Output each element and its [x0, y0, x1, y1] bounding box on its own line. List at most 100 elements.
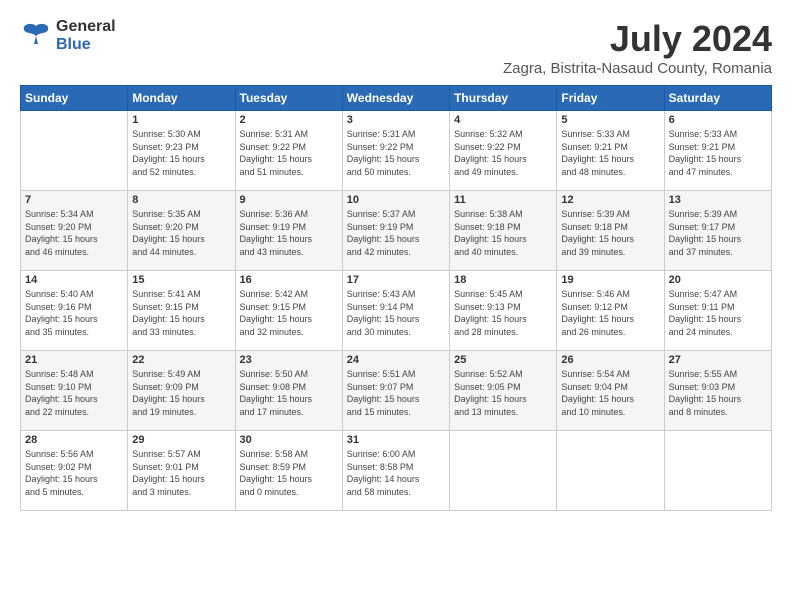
- weekday-header: Wednesday: [342, 86, 449, 111]
- calendar-week-row: 21Sunrise: 5:48 AM Sunset: 9:10 PM Dayli…: [21, 351, 772, 431]
- calendar-cell: 11 Sunrise: 5:38 AM Sunset: 9:18 PM Dayli…: [450, 191, 557, 271]
- day-info: Sunrise: 5:39 AM Sunset: 9:17 PM Dayligh…: [669, 208, 767, 258]
- day-number: 24: [347, 354, 445, 366]
- day-number: 7: [25, 194, 123, 206]
- day-info: Sunrise: 5:46 AM Sunset: 9:12 PM Dayligh…: [561, 288, 659, 338]
- day-info: Sunrise: 5:37 AM Sunset: 9:19 PM Dayligh…: [347, 208, 445, 258]
- day-number: 21: [25, 354, 123, 366]
- day-info: Sunrise: 5:51 AM Sunset: 9:07 PM Dayligh…: [347, 368, 445, 418]
- calendar-week-row: 14Sunrise: 5:40 AM Sunset: 9:16 PM Dayli…: [21, 271, 772, 351]
- day-info: Sunrise: 5:31 AM Sunset: 9:22 PM Dayligh…: [347, 128, 445, 178]
- day-info: Sunrise: 5:42 AM Sunset: 9:15 PM Dayligh…: [240, 288, 338, 338]
- day-number: 29: [132, 434, 230, 446]
- calendar-cell: 29 Sunrise: 5:57 AM Sunset: 9:01 PM Dayli…: [128, 431, 235, 511]
- calendar-table: SundayMondayTuesdayWednesdayThursdayFrid…: [20, 85, 772, 511]
- page: General Blue July 2024 Zagra, Bistrita-N…: [0, 0, 792, 521]
- calendar-cell: 18 Sunrise: 5:45 AM Sunset: 9:13 PM Dayli…: [450, 271, 557, 351]
- calendar-cell: 7 Sunrise: 5:34 AM Sunset: 9:20 PM Daylig…: [21, 191, 128, 271]
- calendar-cell: 1 Sunrise: 5:30 AM Sunset: 9:23 PM Daylig…: [128, 111, 235, 191]
- day-info: Sunrise: 5:52 AM Sunset: 9:05 PM Dayligh…: [454, 368, 552, 418]
- day-info: Sunrise: 5:54 AM Sunset: 9:04 PM Dayligh…: [561, 368, 659, 418]
- calendar-cell: 4Sunrise: 5:32 AM Sunset: 9:22 PM Daylig…: [450, 111, 557, 191]
- day-number: 4: [454, 114, 552, 126]
- calendar-week-row: 28Sunrise: 5:56 AM Sunset: 9:02 PM Dayli…: [21, 431, 772, 511]
- day-info: Sunrise: 5:41 AM Sunset: 9:15 PM Dayligh…: [132, 288, 230, 338]
- day-info: Sunrise: 5:33 AM Sunset: 9:21 PM Dayligh…: [561, 128, 659, 178]
- calendar-cell: 21Sunrise: 5:48 AM Sunset: 9:10 PM Dayli…: [21, 351, 128, 431]
- calendar-cell: 3Sunrise: 5:31 AM Sunset: 9:22 PM Daylig…: [342, 111, 449, 191]
- calendar-cell: [450, 431, 557, 511]
- day-number: 11: [454, 194, 552, 206]
- calendar-cell: 15Sunrise: 5:41 AM Sunset: 9:15 PM Dayli…: [128, 271, 235, 351]
- day-info: Sunrise: 5:33 AM Sunset: 9:21 PM Dayligh…: [669, 128, 767, 178]
- day-info: Sunrise: 6:00 AM Sunset: 8:58 PM Dayligh…: [347, 448, 445, 498]
- day-info: Sunrise: 5:31 AM Sunset: 9:22 PM Dayligh…: [240, 128, 338, 178]
- calendar-cell: 22 Sunrise: 5:49 AM Sunset: 9:09 PM Dayli…: [128, 351, 235, 431]
- day-number: 27: [669, 354, 767, 366]
- calendar-cell: [21, 111, 128, 191]
- calendar-week-row: 1 Sunrise: 5:30 AM Sunset: 9:23 PM Daylig…: [21, 111, 772, 191]
- calendar-cell: 9 Sunrise: 5:36 AM Sunset: 9:19 PM Daylig…: [235, 191, 342, 271]
- day-info: Sunrise: 5:58 AM Sunset: 8:59 PM Dayligh…: [240, 448, 338, 498]
- day-number: 13: [669, 194, 767, 206]
- calendar-cell: 5Sunrise: 5:33 AM Sunset: 9:21 PM Daylig…: [557, 111, 664, 191]
- day-number: 16: [240, 274, 338, 286]
- day-info: Sunrise: 5:56 AM Sunset: 9:02 PM Dayligh…: [25, 448, 123, 498]
- day-info: Sunrise: 5:30 AM Sunset: 9:23 PM Dayligh…: [132, 128, 230, 178]
- calendar-title: July 2024: [503, 18, 772, 60]
- logo-blue: Blue: [56, 36, 91, 53]
- day-info: Sunrise: 5:50 AM Sunset: 9:08 PM Dayligh…: [240, 368, 338, 418]
- calendar-cell: [664, 431, 771, 511]
- day-number: 2: [240, 114, 338, 126]
- day-info: Sunrise: 5:57 AM Sunset: 9:01 PM Dayligh…: [132, 448, 230, 498]
- calendar-cell: 31 Sunrise: 6:00 AM Sunset: 8:58 PM Dayli…: [342, 431, 449, 511]
- day-number: 9: [240, 194, 338, 206]
- calendar-cell: [557, 431, 664, 511]
- logo-general: General: [56, 18, 116, 35]
- day-number: 1: [132, 114, 230, 126]
- day-number: 22: [132, 354, 230, 366]
- day-info: Sunrise: 5:36 AM Sunset: 9:19 PM Dayligh…: [240, 208, 338, 258]
- calendar-cell: 6 Sunrise: 5:33 AM Sunset: 9:21 PM Daylig…: [664, 111, 771, 191]
- logo: General Blue: [20, 18, 116, 54]
- weekday-header: Friday: [557, 86, 664, 111]
- header: General Blue July 2024 Zagra, Bistrita-N…: [20, 18, 772, 77]
- calendar-cell: 19Sunrise: 5:46 AM Sunset: 9:12 PM Dayli…: [557, 271, 664, 351]
- weekday-header: Saturday: [664, 86, 771, 111]
- calendar-cell: 16 Sunrise: 5:42 AM Sunset: 9:15 PM Dayli…: [235, 271, 342, 351]
- weekday-header: Sunday: [21, 86, 128, 111]
- calendar-cell: 28Sunrise: 5:56 AM Sunset: 9:02 PM Dayli…: [21, 431, 128, 511]
- day-info: Sunrise: 5:43 AM Sunset: 9:14 PM Dayligh…: [347, 288, 445, 338]
- calendar-subtitle: Zagra, Bistrita-Nasaud County, Romania: [503, 60, 772, 77]
- day-info: Sunrise: 5:49 AM Sunset: 9:09 PM Dayligh…: [132, 368, 230, 418]
- calendar-cell: 13 Sunrise: 5:39 AM Sunset: 9:17 PM Dayli…: [664, 191, 771, 271]
- weekday-header: Thursday: [450, 86, 557, 111]
- calendar-cell: 25Sunrise: 5:52 AM Sunset: 9:05 PM Dayli…: [450, 351, 557, 431]
- day-number: 20: [669, 274, 767, 286]
- calendar-cell: 30Sunrise: 5:58 AM Sunset: 8:59 PM Dayli…: [235, 431, 342, 511]
- calendar-week-row: 7 Sunrise: 5:34 AM Sunset: 9:20 PM Daylig…: [21, 191, 772, 271]
- calendar-cell: 26 Sunrise: 5:54 AM Sunset: 9:04 PM Dayli…: [557, 351, 664, 431]
- day-number: 10: [347, 194, 445, 206]
- day-number: 12: [561, 194, 659, 206]
- calendar-cell: 23 Sunrise: 5:50 AM Sunset: 9:08 PM Dayli…: [235, 351, 342, 431]
- day-number: 14: [25, 274, 123, 286]
- day-number: 18: [454, 274, 552, 286]
- day-number: 31: [347, 434, 445, 446]
- day-info: Sunrise: 5:38 AM Sunset: 9:18 PM Dayligh…: [454, 208, 552, 258]
- calendar-cell: 2 Sunrise: 5:31 AM Sunset: 9:22 PM Daylig…: [235, 111, 342, 191]
- calendar-cell: 20Sunrise: 5:47 AM Sunset: 9:11 PM Dayli…: [664, 271, 771, 351]
- day-number: 23: [240, 354, 338, 366]
- weekday-header: Monday: [128, 86, 235, 111]
- calendar-cell: 24 Sunrise: 5:51 AM Sunset: 9:07 PM Dayli…: [342, 351, 449, 431]
- day-info: Sunrise: 5:45 AM Sunset: 9:13 PM Dayligh…: [454, 288, 552, 338]
- day-info: Sunrise: 5:34 AM Sunset: 9:20 PM Dayligh…: [25, 208, 123, 258]
- day-number: 6: [669, 114, 767, 126]
- weekday-header: Tuesday: [235, 86, 342, 111]
- calendar-cell: 10 Sunrise: 5:37 AM Sunset: 9:19 PM Dayli…: [342, 191, 449, 271]
- calendar-cell: 8Sunrise: 5:35 AM Sunset: 9:20 PM Daylig…: [128, 191, 235, 271]
- day-number: 26: [561, 354, 659, 366]
- day-info: Sunrise: 5:55 AM Sunset: 9:03 PM Dayligh…: [669, 368, 767, 418]
- day-number: 8: [132, 194, 230, 206]
- calendar-cell: 12Sunrise: 5:39 AM Sunset: 9:18 PM Dayli…: [557, 191, 664, 271]
